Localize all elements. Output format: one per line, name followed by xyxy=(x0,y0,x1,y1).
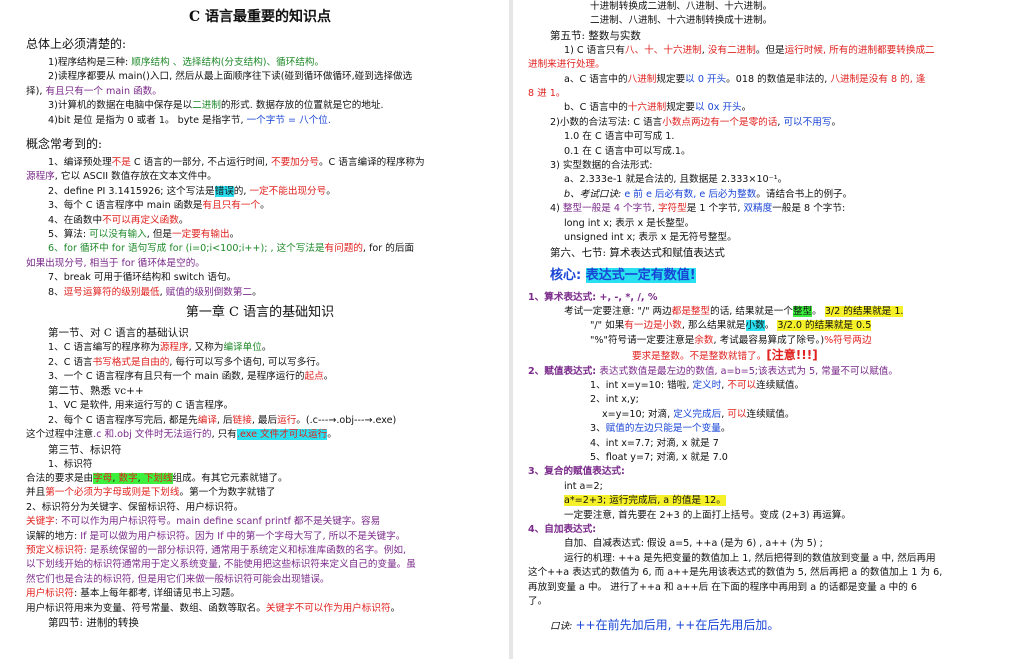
overview-line-3: 3)计算机的数据在电脑中保存是以二进制的形式. 数据存放的位置就是它的地址. xyxy=(48,100,384,112)
section-3-line-2: 合法的要求是由字母, 数字, 下划线组成。有其它元素就错了。 xyxy=(26,472,288,484)
increment-line-3: 这个++a 表达式的数值为 6, 而 a++是先用该表达式的数值为 5, 然后再… xyxy=(528,567,943,579)
compound-line-3: 一定要注意, 首先要在 2+3 的上面打上括号。变成 (2+3) 再运算。 xyxy=(564,509,851,521)
section-3-line-5b: 误解的地方: If 是可以做为用户标识符。因为 If 中的第一个字母大写了, 所… xyxy=(26,530,406,542)
increment-heading: 4、自加表达式: xyxy=(528,524,597,535)
concept-1a: 1、编译预处理不是 C 语言的一部分, 不占运行时间, 不要加分号。C 语言编译… xyxy=(48,157,425,169)
size-line-2: long int x; 表示 x 是长整型。 xyxy=(564,217,695,229)
section-5-heading: 第五节: 整数与实数 xyxy=(550,29,641,42)
concept-6b: 如果出现分号, 相当于 for 循环体是空的。 xyxy=(26,257,205,269)
arith-line-2: "/" 如果有一边是小数, 那么结果就是小数。 3/2.0 的结果就是 0.5 xyxy=(590,320,872,332)
decimal-line-2: 1.0 在 C 语言中可写成 1. xyxy=(564,131,675,143)
section-1-line-1: 1、C 语言编写的程序称为源程序, 又称为编译单位。 xyxy=(48,342,272,354)
section-4-heading: 第四节: 进制的转换 xyxy=(48,617,139,629)
increment-line-4: 再放到变量 a 中。 进行了++a 和 a++后 在下面的程序中再用到 a 的话… xyxy=(528,581,918,593)
int-line-1b: 进制来进行处理。 xyxy=(528,59,605,71)
overview-line-1: 1)程序结构是三种: 顺序结构 、选择结构(分支结构)、循环结构。 xyxy=(48,57,325,68)
concept-8: 8、逗号运算符的级别最低, 赋值的级别倒数第二。 xyxy=(48,286,262,298)
assign-line-6: 5、float y=7; 对滴, x 就是 7.0 xyxy=(590,451,728,463)
decimal-line-3: 0.1 在 C 语言中可以写成.1。 xyxy=(564,145,691,157)
section-3-line-4: 2、标识符分为关键字、保留标识符、用户标识符。 xyxy=(26,501,244,513)
section-3-line-7: 用户标识符: 基本上每年都考, 详细请见书上习题。 xyxy=(26,588,240,600)
radix-line-1: 十进制转换成二进制、八进制、十六进制。 xyxy=(590,1,773,12)
compound-heading: 3、复合的赋值表达式: xyxy=(528,466,625,478)
size-line-1: 4) 整型一般是 4 个字节, 字符型是 1 个字节, 双精度一般是 8 个字节… xyxy=(550,203,846,215)
mnemonic-tip: 口诀: ++在前先加后用, ++在后先用后加。 xyxy=(550,618,780,633)
right-page: 十进制转换成二进制、八进制、十六进制。 二进制、八进制、十六进制转换成十进制。 … xyxy=(514,0,1024,659)
increment-line-1: 自加、自减表达式: 假设 a=5, ++a (是为 6) , a++ (为 5)… xyxy=(564,538,823,550)
section-1-line-3: 3、一个 C 语言程序有且只有一个 main 函数, 是程序运行的起点。 xyxy=(48,370,334,382)
section-67-heading: 第六、七节: 算术表达式和赋值表达式 xyxy=(550,246,725,259)
concept-2: 2、define PI 3.1415926; 这个写法是错误的, 一定不能出现分… xyxy=(48,185,336,197)
concept-4: 4、在函数中不可以再定义函数。 xyxy=(48,214,189,226)
concept-7: 7、break 可用于循环结构和 switch 语句。 xyxy=(48,272,237,284)
section-3-line-5a: 关键字: 不可以作为用户标识符号。main define scanf print… xyxy=(26,516,381,528)
real-line-3: b、考试口诀: e 前 e 后必有数, e 后必为整数。请结合书上的例子。 xyxy=(564,188,853,200)
section-3-line-3: 并且第一个必须为字母或则是下划线。第一个为数字就错了 xyxy=(26,487,276,499)
page-divider xyxy=(509,0,513,659)
overview-line-4: 4)bit 是位 是指为 0 或者 1。 byte 是指字节, 一个字节 = 八… xyxy=(48,114,331,126)
assign-heading: 2、赋值表达式: 表达式数值是最左边的数值, a=b=5;该表达式为 5, 常量… xyxy=(528,365,898,377)
section-3-line-6c: 然它们也是合法的标识符, 但是用它们来做一般标识符可能会出现错误。 xyxy=(26,573,330,585)
overview-heading: 总体上必须清楚的: xyxy=(26,37,127,51)
assign-line-4: 3、赋值的左边只能是一个变量。 xyxy=(590,423,731,435)
concept-1b: 源程序, 它以 ASCII 数值存放在文本文件中。 xyxy=(26,171,217,183)
arith-heading: 1、算术表达式: +, -, *, /, % xyxy=(528,291,658,303)
size-line-3: unsigned int x; 表示 x 是无符号整型。 xyxy=(564,232,737,244)
section-2-heading: 第二节、熟悉 vc++ xyxy=(48,385,144,398)
assign-line-5: 4、int x=7.7; 对滴, x 就是 7 xyxy=(590,437,719,449)
assign-line-1: 1、int x=y=10: 错啦, 定义时, 不可以连续赋值。 xyxy=(590,379,805,391)
section-3-line-6a: 预定义标识符: 是系统保留的一部分标识符, 通常用于系统定义和标准库函数的名字。… xyxy=(26,544,406,556)
left-page: C 语言最重要的知识点 总体上必须清楚的: 1)程序结构是三种: 顺序结构 、选… xyxy=(0,0,508,659)
section-3-heading: 第三节、标识符 xyxy=(48,443,122,456)
arith-line-4: 要求是整数。不是整数就错了。[注意!!!] xyxy=(632,348,818,363)
increment-line-5: 了。 xyxy=(528,596,548,608)
int-line-1a: 1) C 语言只有八、十、十六进制, 没有二进制。但是运行时候, 所有的进制都要… xyxy=(564,44,935,56)
concept-6a: 6、for 循环中 for 语句写成 for (i=0;i<100;i++); … xyxy=(48,243,415,255)
chapter-1-heading: 第一章 C 语言的基础知识 xyxy=(185,305,335,321)
section-1-heading: 第一节、对 C 语言的基础认识 xyxy=(48,327,189,340)
increment-line-2: 运行的机理: ++a 是先把变量的数值加上 1, 然后把得到的数值放到变量 a … xyxy=(564,552,936,564)
overview-line-2a: 2)读程序都要从 main()入口, 然后从最上面顺序往下读(碰到循环做循环,碰… xyxy=(48,71,413,83)
assign-line-3: x=y=10; 对滴, 定义完成后, 可以连续赋值。 xyxy=(602,408,795,420)
concept-5: 5、算法: 可以没有输入, 但是一定要有输出。 xyxy=(48,229,240,241)
int-line-2a: a、C 语言中的八进制规定要以 0 开头。018 的数值是非法的, 八进制是没有… xyxy=(564,73,926,85)
int-line-2b: 8 进 1。 xyxy=(528,88,566,100)
section-3-line-8: 用户标识符用来为变量、符号常量、数组、函数等取名。关键字不可以作为用户标识符。 xyxy=(26,602,401,614)
arith-line-3: "%"符号请一定要注意是余数, 考试最容易算成了除号。)%符号两边 xyxy=(590,334,872,346)
core-callout: 核心: 表达式一定有数值! xyxy=(550,267,696,283)
concept-3: 3、每个 C 语言程序中 main 函数是有且只有一个。 xyxy=(48,200,270,212)
section-2-line-2: 2、每个 C 语言程序写完后, 都是先编译, 后链接, 最后运行。(.c---→… xyxy=(48,414,397,426)
decimal-line-1: 2)小数的合法写法: C 语言小数点两边有一个是零的话, 可以不用写。 xyxy=(550,116,842,128)
compound-line-1: int a=2; xyxy=(564,480,603,492)
section-2-line-1: 1、VC 是软件, 用来运行写的 C 语言程序。 xyxy=(48,400,234,412)
compound-line-2: a*=2+3; 运行完成后, a 的值是 12。 xyxy=(564,495,726,507)
real-line-2: a、2.333e-1 就是合法的, 且数据是 2.333×10⁻¹。 xyxy=(564,174,788,186)
radix-line-2: 二进制、八进制、十六进制转换成十进制。 xyxy=(590,15,773,27)
assign-line-2: 2、int x,y; xyxy=(590,394,639,406)
section-2-line-3: 这个过程中注意.c 和.obj 文件时无法运行的, 只有.exe 文件才可以运行… xyxy=(26,429,337,441)
section-1-line-2: 2、C 语言书写格式是自由的, 每行可以写多个语句, 可以写多行。 xyxy=(48,356,326,368)
int-line-3: b、C 语言中的十六进制规定要以 0x 开头。 xyxy=(564,102,752,114)
overview-line-2b: 择), 有且只有一个 main 函数。 xyxy=(26,85,162,97)
section-3-line-6b: 以下划线开始的标识符通常用于定义系统变量, 不能使用把这些标识符来定义自己的变量… xyxy=(26,559,416,571)
arith-line-1: 考试一定要注意: "/" 两边都是整型的话, 结果就是一个整型。 3/2 的结果… xyxy=(564,305,904,317)
document-title: C 语言最重要的知识点 xyxy=(188,9,332,25)
section-3-line-1: 1、标识符 xyxy=(48,458,93,470)
real-line-1: 3) 实型数据的合法形式: xyxy=(550,160,653,172)
concepts-heading: 概念常考到的: xyxy=(26,137,103,152)
